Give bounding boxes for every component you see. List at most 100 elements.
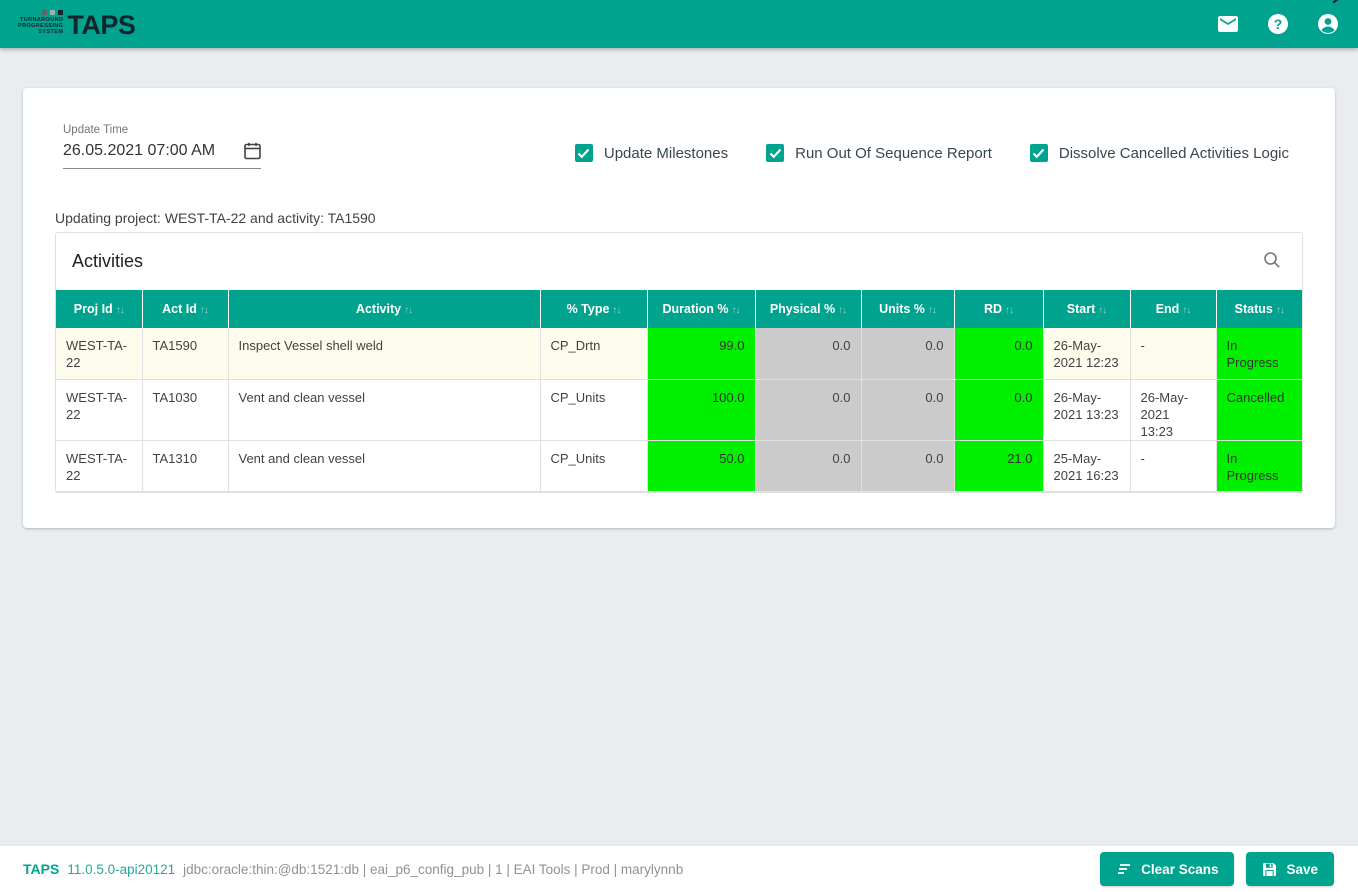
svg-text:?: ? [1274, 16, 1283, 32]
cell-units-pct: 0.0 [861, 328, 954, 379]
cell-activity: Vent and clean vessel [228, 440, 540, 491]
cell-end: 26-May-2021 13:23 [1130, 379, 1216, 440]
cell-rd: 21.0 [954, 440, 1043, 491]
col-pct-type[interactable]: % Type↑↓ [540, 290, 647, 328]
table-row[interactable]: WEST-TA-22 TA1030 Vent and clean vessel … [56, 379, 1302, 440]
footer-brand: TAPS [23, 861, 59, 877]
sort-icon: ↑↓ [612, 305, 620, 316]
update-time-field: Update Time [63, 124, 261, 169]
main-card: Update Time Update Milestones Run Out Of… [23, 88, 1335, 528]
logo-swoosh [1332, 0, 1358, 3]
checkbox-update-milestones[interactable]: Update Milestones [575, 144, 728, 162]
table-row[interactable]: WEST-TA-22 TA1310 Vent and clean vessel … [56, 440, 1302, 491]
checkbox-dissolve-cancelled[interactable]: Dissolve Cancelled Activities Logic [1030, 144, 1289, 162]
checkbox-label: Update Milestones [604, 145, 728, 162]
sort-icon: ↑↓ [404, 305, 412, 316]
checkbox-checked-icon [1030, 144, 1048, 162]
cell-physical-pct: 0.0 [755, 379, 861, 440]
col-units-pct[interactable]: Units %↑↓ [861, 290, 954, 328]
logo-squares [18, 10, 63, 15]
checkbox-checked-icon [766, 144, 784, 162]
cell-rd: 0.0 [954, 328, 1043, 379]
footer-bar: TAPS 11.0.5.0-api20121 jdbc:oracle:thin:… [0, 845, 1358, 892]
checkbox-label: Run Out Of Sequence Report [795, 145, 992, 162]
cell-status: In Progress [1216, 440, 1302, 491]
mail-icon[interactable] [1216, 12, 1240, 36]
cell-physical-pct: 0.0 [755, 328, 861, 379]
sort-icon: ↑↓ [1005, 305, 1013, 316]
cell-end: - [1130, 328, 1216, 379]
col-start[interactable]: Start↑↓ [1043, 290, 1130, 328]
cell-act-id: TA1030 [142, 379, 228, 440]
cell-proj-id: WEST-TA-22 [56, 328, 142, 379]
cell-start: 25-May-2021 16:23 [1043, 440, 1130, 491]
sort-icon: ↑↓ [928, 305, 936, 316]
cell-act-id: TA1590 [142, 328, 228, 379]
clear-lines-icon [1116, 863, 1132, 875]
update-time-label: Update Time [63, 124, 261, 136]
cell-end: - [1130, 440, 1216, 491]
col-rd[interactable]: RD↑↓ [954, 290, 1043, 328]
checkbox-checked-icon [575, 144, 593, 162]
clear-scans-button[interactable]: Clear Scans [1100, 852, 1234, 886]
floppy-disk-icon [1262, 862, 1277, 877]
sort-icon: ↑↓ [1276, 305, 1284, 316]
cell-units-pct: 0.0 [861, 440, 954, 491]
logo-words: TURNAROUND PROGRESSING SYSTEM [18, 10, 63, 38]
col-duration-pct[interactable]: Duration %↑↓ [647, 290, 755, 328]
search-icon[interactable] [1258, 250, 1286, 273]
checkbox-run-out-of-sequence[interactable]: Run Out Of Sequence Report [766, 144, 992, 162]
footer-version: 11.0.5.0-api20121 [67, 862, 175, 877]
logo-word-3: SYSTEM [18, 29, 63, 35]
update-time-input[interactable] [63, 142, 228, 160]
cell-duration-pct: 100.0 [647, 379, 755, 440]
calendar-icon[interactable] [244, 142, 261, 160]
updating-project-status: Updating project: WEST-TA-22 and activit… [55, 210, 376, 226]
sort-icon: ↑↓ [1098, 305, 1106, 316]
col-physical-pct[interactable]: Physical %↑↓ [755, 290, 861, 328]
app-bar: TURNAROUND PROGRESSING SYSTEM TAPS ? [0, 0, 1358, 48]
cell-pct-type: CP_Drtn [540, 328, 647, 379]
cell-activity: Inspect Vessel shell weld [228, 328, 540, 379]
taps-logo: TURNAROUND PROGRESSING SYSTEM TAPS [18, 10, 135, 38]
sort-icon: ↑↓ [731, 305, 739, 316]
cell-physical-pct: 0.0 [755, 440, 861, 491]
cell-pct-type: CP_Units [540, 379, 647, 440]
checkbox-label: Dissolve Cancelled Activities Logic [1059, 145, 1289, 162]
activities-panel: Activities Proj Id↑↓ Act Id↑↓ Activity↑↓… [55, 232, 1303, 493]
cell-act-id: TA1310 [142, 440, 228, 491]
account-icon[interactable] [1316, 12, 1340, 36]
cell-duration-pct: 99.0 [647, 328, 755, 379]
save-button[interactable]: Save [1246, 852, 1334, 886]
cell-status: Cancelled [1216, 379, 1302, 440]
col-status[interactable]: Status↑↓ [1216, 290, 1302, 328]
save-label: Save [1286, 862, 1318, 877]
cell-duration-pct: 50.0 [647, 440, 755, 491]
sort-icon: ↑↓ [838, 305, 846, 316]
sort-icon: ↑↓ [116, 305, 124, 316]
cell-activity: Vent and clean vessel [228, 379, 540, 440]
col-activity[interactable]: Activity↑↓ [228, 290, 540, 328]
activities-title: Activities [72, 251, 143, 272]
cell-start: 26-May-2021 12:23 [1043, 328, 1130, 379]
table-header-row: Proj Id↑↓ Act Id↑↓ Activity↑↓ % Type↑↓ D… [56, 290, 1302, 328]
clear-scans-label: Clear Scans [1141, 862, 1218, 877]
cell-proj-id: WEST-TA-22 [56, 440, 142, 491]
options-row: Update Milestones Run Out Of Sequence Re… [575, 144, 1289, 162]
cell-proj-id: WEST-TA-22 [56, 379, 142, 440]
sort-icon: ↑↓ [200, 305, 208, 316]
footer-environment-info: jdbc:oracle:thin:@db:1521:db | eai_p6_co… [183, 862, 683, 877]
cell-rd: 0.0 [954, 379, 1043, 440]
help-icon[interactable]: ? [1266, 12, 1290, 36]
cell-start: 26-May-2021 13:23 [1043, 379, 1130, 440]
cell-pct-type: CP_Units [540, 440, 647, 491]
logo-brand: TAPS [67, 12, 135, 38]
sort-icon: ↑↓ [1182, 305, 1190, 316]
col-act-id[interactable]: Act Id↑↓ [142, 290, 228, 328]
col-proj-id[interactable]: Proj Id↑↓ [56, 290, 142, 328]
cell-units-pct: 0.0 [861, 379, 954, 440]
cell-status: In Progress [1216, 328, 1302, 379]
col-end[interactable]: End↑↓ [1130, 290, 1216, 328]
activities-table: Proj Id↑↓ Act Id↑↓ Activity↑↓ % Type↑↓ D… [56, 290, 1303, 492]
table-row[interactable]: WEST-TA-22 TA1590 Inspect Vessel shell w… [56, 328, 1302, 379]
